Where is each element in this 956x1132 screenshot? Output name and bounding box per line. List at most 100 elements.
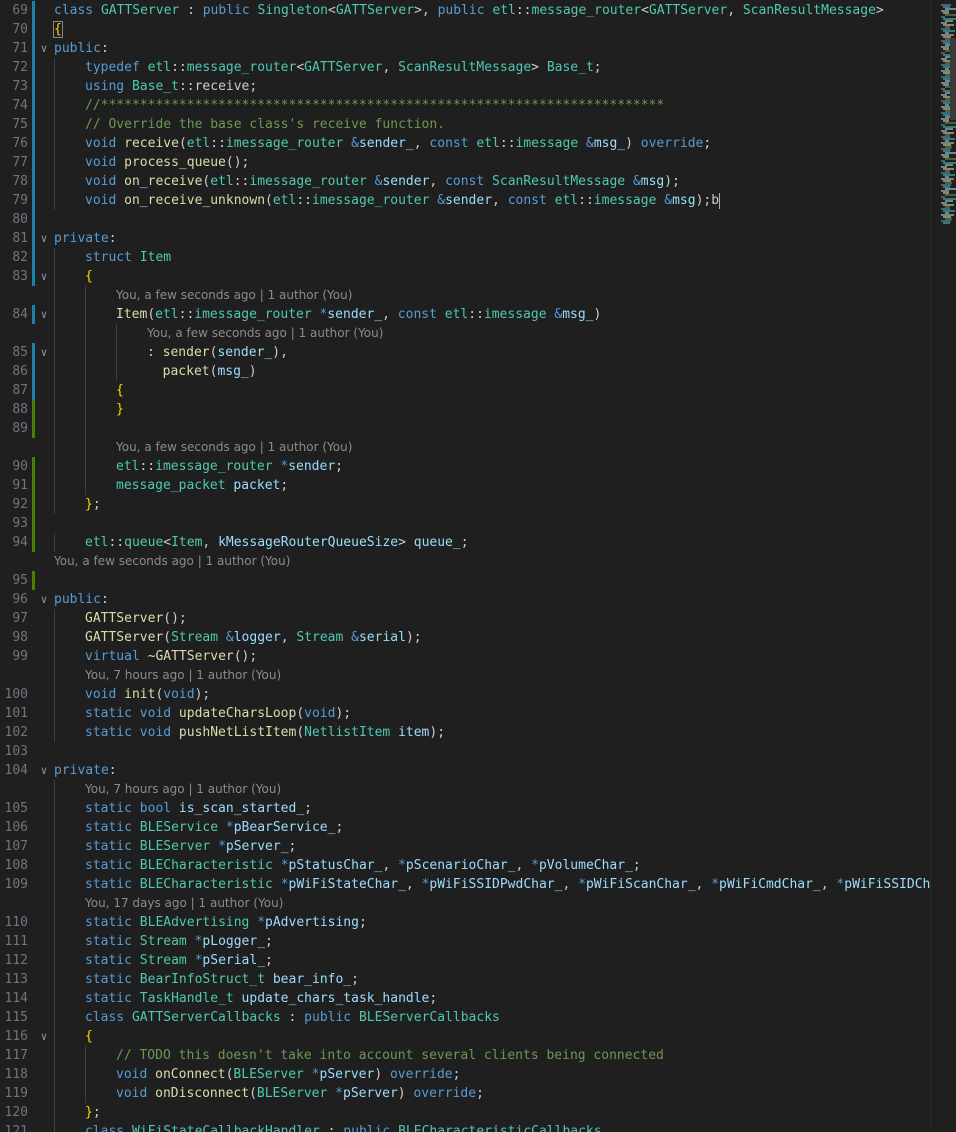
code-text[interactable]: // Override the base class's receive fun… — [85, 115, 445, 134]
code-text[interactable]: static Stream *pSerial_; — [85, 951, 273, 970]
line-number[interactable]: 115 — [0, 1008, 28, 1027]
code-text[interactable]: : sender(sender_), — [147, 343, 288, 362]
fold-chevron-icon[interactable]: ∨ — [38, 39, 50, 58]
code-text[interactable]: static Stream *pLogger_; — [85, 932, 273, 951]
line-number[interactable]: 70 — [0, 20, 28, 39]
blame-annotation[interactable]: You, a few seconds ago | 1 author (You) — [147, 324, 383, 343]
line-number[interactable]: 119 — [0, 1084, 28, 1103]
code-text[interactable]: void onConnect(BLEServer *pServer) overr… — [116, 1065, 460, 1084]
git-modified-indicator[interactable] — [32, 153, 35, 172]
git-added-indicator[interactable] — [32, 514, 35, 533]
git-modified-indicator[interactable] — [32, 343, 35, 362]
blame-annotation[interactable]: You, 17 days ago | 1 author (You) — [85, 894, 283, 913]
line-number[interactable]: 95 — [0, 571, 28, 590]
code-text[interactable]: { — [116, 381, 124, 400]
code-text[interactable]: { — [85, 267, 93, 286]
line-number[interactable]: 80 — [0, 210, 28, 229]
git-added-indicator[interactable] — [32, 419, 35, 438]
line-number[interactable]: 100 — [0, 685, 28, 704]
line-number[interactable]: 92 — [0, 495, 28, 514]
code-text[interactable]: packet(msg_) — [147, 362, 257, 381]
git-modified-indicator[interactable] — [32, 305, 35, 324]
line-number[interactable]: 105 — [0, 799, 28, 818]
line-number[interactable]: 114 — [0, 989, 28, 1008]
git-modified-indicator[interactable] — [32, 20, 35, 39]
git-modified-indicator[interactable] — [32, 381, 35, 400]
code-text[interactable]: using Base_t::receive; — [85, 77, 257, 96]
blame-annotation[interactable]: You, 7 hours ago | 1 author (You) — [85, 780, 281, 799]
git-modified-indicator[interactable] — [32, 1, 35, 20]
git-modified-indicator[interactable] — [32, 229, 35, 248]
scrollbar-thumb[interactable] — [950, 38, 956, 120]
line-number[interactable]: 93 — [0, 514, 28, 533]
code-text[interactable]: void receive(etl::imessage_router &sende… — [85, 134, 711, 153]
blame-annotation[interactable]: You, a few seconds ago | 1 author (You) — [116, 438, 352, 457]
blame-annotation[interactable]: You, 7 hours ago | 1 author (You) — [85, 666, 281, 685]
git-modified-indicator[interactable] — [32, 39, 35, 58]
git-modified-indicator[interactable] — [32, 362, 35, 381]
git-modified-indicator[interactable] — [32, 210, 35, 229]
line-number[interactable]: 107 — [0, 837, 28, 856]
code-text[interactable]: private: — [54, 761, 117, 780]
git-added-indicator[interactable] — [32, 533, 35, 552]
code-text[interactable]: typedef etl::message_router<GATTServer, … — [85, 58, 602, 77]
code-text[interactable]: static bool is_scan_started_; — [85, 799, 312, 818]
code-text[interactable]: etl::imessage_router *sender; — [116, 457, 343, 476]
code-text[interactable]: { — [53, 20, 63, 39]
line-number[interactable]: 89 — [0, 419, 28, 438]
line-number[interactable]: 112 — [0, 951, 28, 970]
line-number[interactable]: 110 — [0, 913, 28, 932]
line-number[interactable]: 120 — [0, 1103, 28, 1122]
git-added-indicator[interactable] — [32, 495, 35, 514]
line-number[interactable]: 118 — [0, 1065, 28, 1084]
code-text[interactable]: static BLECharacteristic *pWiFiStateChar… — [85, 875, 930, 894]
code-text[interactable]: void process_queue(); — [85, 153, 249, 172]
line-number[interactable]: 108 — [0, 856, 28, 875]
code-text[interactable]: message_packet packet; — [116, 476, 288, 495]
git-modified-indicator[interactable] — [32, 248, 35, 267]
line-number[interactable]: 104 — [0, 761, 28, 780]
line-number[interactable]: 85 — [0, 343, 28, 362]
line-number[interactable]: 79 — [0, 191, 28, 210]
code-text[interactable]: static BearInfoStruct_t bear_info_; — [85, 970, 359, 989]
line-number[interactable]: 87 — [0, 381, 28, 400]
code-text[interactable]: }; — [85, 1103, 101, 1122]
line-number[interactable]: 106 — [0, 818, 28, 837]
git-modified-indicator[interactable] — [32, 134, 35, 153]
code-text[interactable]: void init(void); — [85, 685, 210, 704]
line-number[interactable]: 103 — [0, 742, 28, 761]
line-number[interactable]: 102 — [0, 723, 28, 742]
code-text[interactable]: }; — [85, 495, 101, 514]
code-text[interactable]: virtual ~GATTServer(); — [85, 647, 257, 666]
fold-chevron-icon[interactable]: ∨ — [38, 590, 50, 609]
git-added-indicator[interactable] — [32, 476, 35, 495]
code-text[interactable]: private: — [54, 229, 117, 248]
code-text[interactable]: public: — [54, 590, 109, 609]
line-number[interactable]: 84 — [0, 305, 28, 324]
code-text[interactable]: // TODO this doesn't take into account s… — [116, 1046, 664, 1065]
fold-chevron-icon[interactable]: ∨ — [38, 343, 50, 362]
code-text[interactable]: Item(etl::imessage_router *sender_, cons… — [116, 305, 601, 324]
fold-chevron-icon[interactable]: ∨ — [38, 1027, 50, 1046]
blame-annotation[interactable]: You, a few seconds ago | 1 author (You) — [54, 552, 290, 571]
git-added-indicator[interactable] — [32, 400, 35, 419]
line-number[interactable]: 72 — [0, 58, 28, 77]
code-text[interactable]: static TaskHandle_t update_chars_task_ha… — [85, 989, 437, 1008]
code-editor[interactable]: 69 class GATTServer : public Singleton<GA… — [0, 0, 930, 1132]
code-text[interactable]: class GATTServerCallbacks : public BLESe… — [85, 1008, 500, 1027]
line-number[interactable]: 121 — [0, 1122, 28, 1132]
line-number[interactable]: 75 — [0, 115, 28, 134]
line-number[interactable]: 116 — [0, 1027, 28, 1046]
git-modified-indicator[interactable] — [32, 172, 35, 191]
code-text[interactable]: static BLEServer *pServer_; — [85, 837, 296, 856]
code-text[interactable]: struct Item — [85, 248, 171, 267]
blame-annotation[interactable]: You, a few seconds ago | 1 author (You) — [116, 286, 352, 305]
code-text[interactable]: static void updateCharsLoop(void); — [85, 704, 351, 723]
code-text[interactable]: static BLEAdvertising *pAdvertising; — [85, 913, 367, 932]
line-number[interactable]: 94 — [0, 533, 28, 552]
code-text[interactable]: void on_receive_unknown(etl::imessage_ro… — [85, 191, 721, 210]
line-number[interactable]: 99 — [0, 647, 28, 666]
line-number[interactable]: 71 — [0, 39, 28, 58]
line-number[interactable]: 88 — [0, 400, 28, 419]
line-number[interactable]: 113 — [0, 970, 28, 989]
